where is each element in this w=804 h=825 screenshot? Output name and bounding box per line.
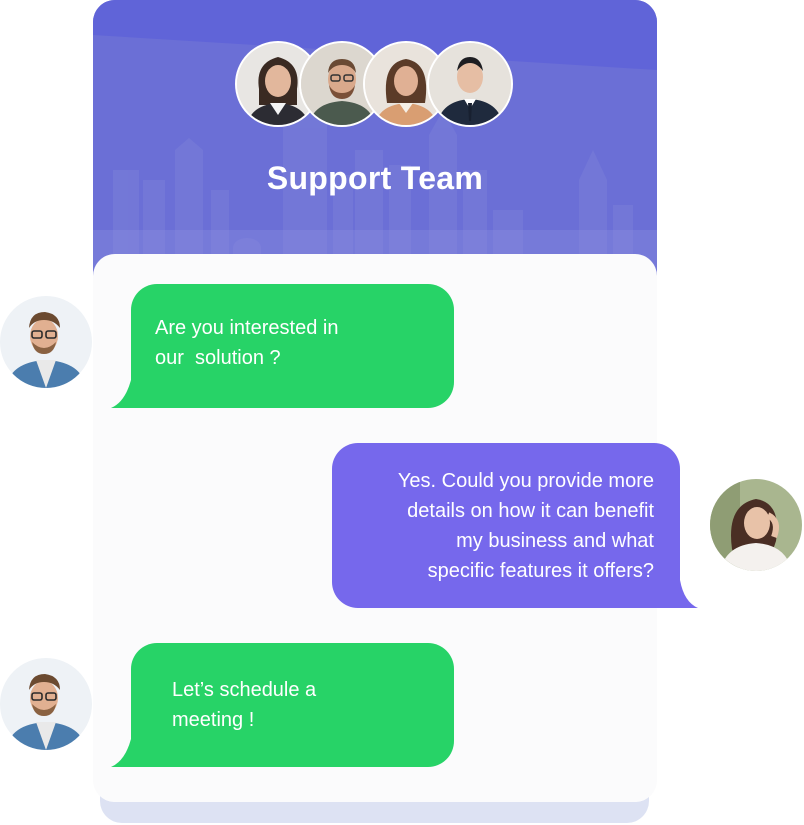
message-line: Yes. Could you provide more [397, 470, 654, 492]
chat-message-agent[interactable]: Are you interested in our solution ? [131, 284, 454, 408]
bubble-tail [111, 380, 133, 408]
bubble-tail [678, 580, 698, 608]
message-line: our solution ? [155, 347, 281, 369]
chat-message-customer[interactable]: Yes. Could you provide more details on h… [332, 443, 680, 608]
page-title: Support Team [266, 160, 484, 196]
man-suit-avatar-icon [427, 41, 513, 127]
message-line: Are you interested in [155, 317, 339, 339]
message-line: details on how it can benefit [407, 500, 654, 522]
team-avatars [235, 41, 515, 129]
chat-message-agent[interactable]: Let’s schedule a meeting ! [131, 643, 454, 767]
message-line: Let’s schedule a [172, 679, 317, 701]
bubble-tail [111, 739, 133, 767]
man-glasses-avatar-icon [0, 658, 92, 750]
man-glasses-avatar-icon [0, 296, 92, 388]
message-line: meeting ! [172, 709, 255, 731]
message-line: my business and what [456, 530, 654, 552]
woman-avatar-icon [710, 479, 802, 571]
message-line: specific features it offers? [427, 560, 654, 582]
